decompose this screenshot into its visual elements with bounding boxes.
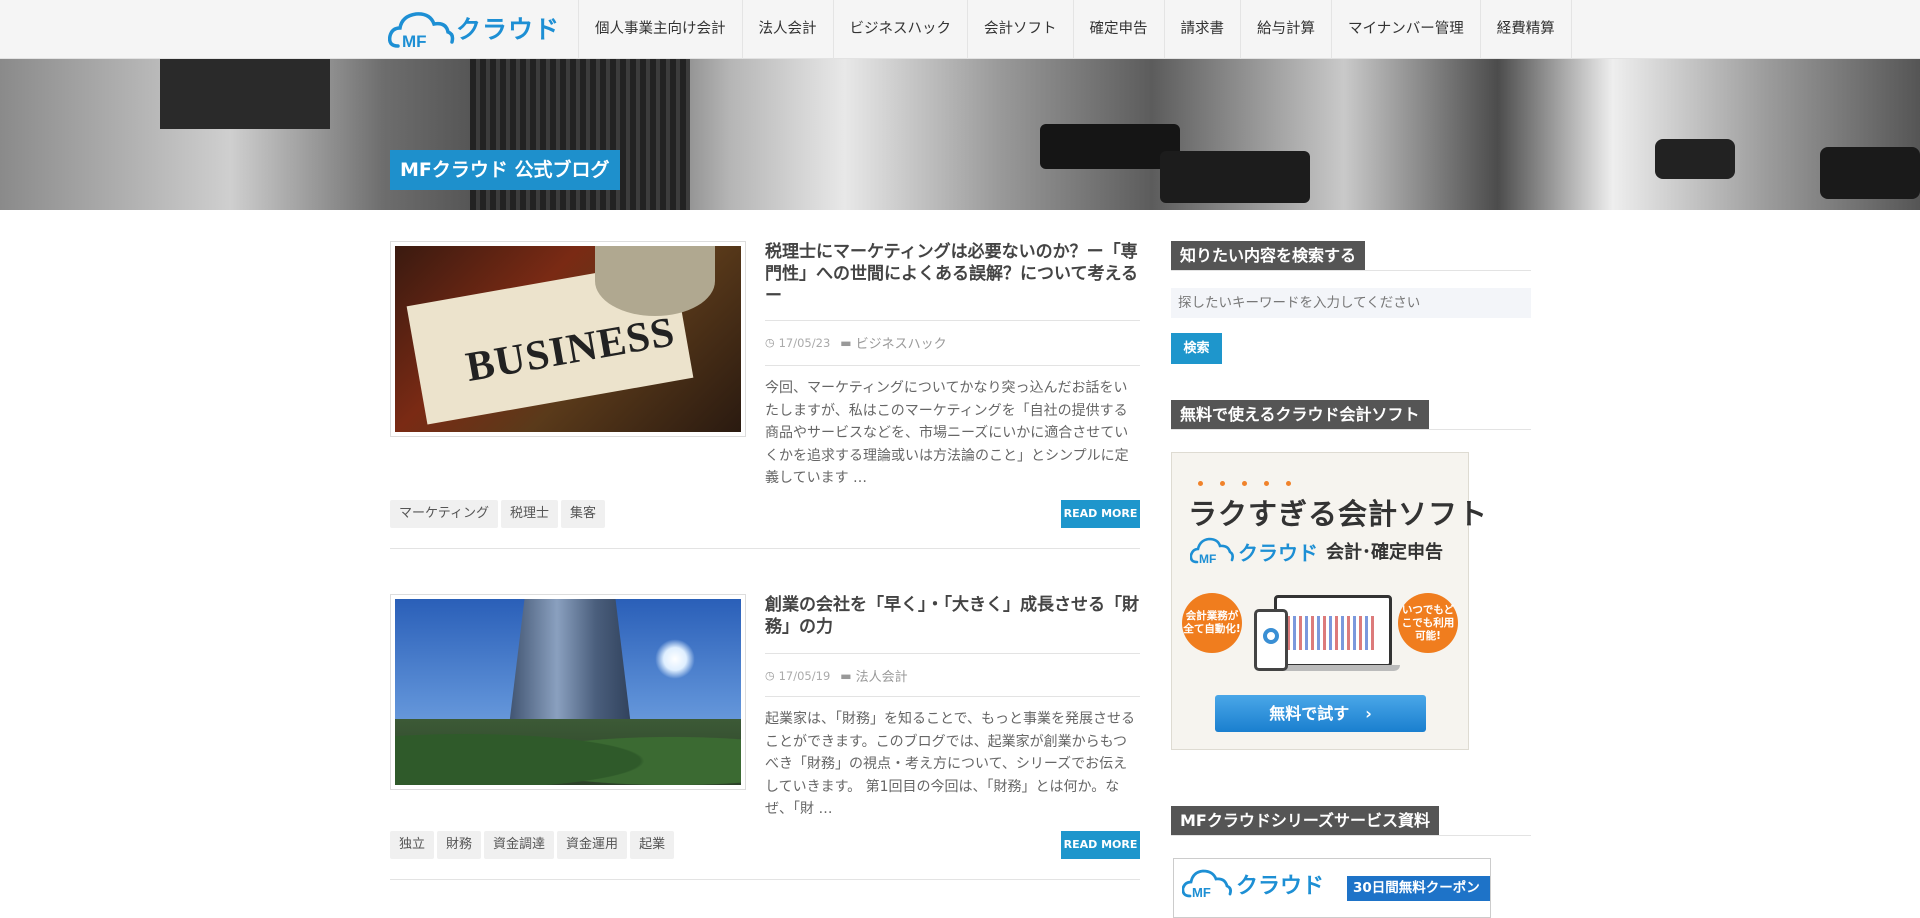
- sidebar-heading-text: 無料で使えるクラウド会計ソフト: [1171, 400, 1429, 429]
- article-category[interactable]: 法人会計: [856, 666, 908, 685]
- logo-mark: MF: [1199, 552, 1216, 566]
- ad-bubble-automation: 会計業務が全て自動化!: [1182, 593, 1242, 653]
- tag-finance[interactable]: 財務: [437, 831, 482, 859]
- article-tags: マーケティング 税理士 集客: [390, 500, 605, 528]
- tag-startup[interactable]: 起業: [630, 831, 675, 859]
- clock-icon: ◷: [765, 669, 775, 682]
- article-meta: ◷ 17/05/19 ▬ 法人会計: [765, 666, 908, 686]
- tag-independence[interactable]: 独立: [390, 831, 435, 859]
- sidebar-heading-text: MFクラウドシリーズサービス資料: [1171, 806, 1440, 835]
- blog-title: MFクラウド 公式ブログ: [390, 150, 620, 190]
- service-docs-banner[interactable]: MF クラウド 30日間無料クーポン付: [1173, 858, 1491, 918]
- article-title[interactable]: 税理士にマーケティングは必要ないのか？ー「専門性」への世間によくある誤解？につい…: [765, 241, 1140, 307]
- hero-chair: [1820, 147, 1920, 199]
- nav-item-sole-proprietor[interactable]: 個人事業主向け会計: [578, 0, 742, 59]
- nav-item-tax-return[interactable]: 確定申告: [1072, 0, 1164, 59]
- article-thumbnail[interactable]: [390, 594, 746, 790]
- article-card: 創業の会社を「早く」・「大きく」成長させる「財務」の力 ◷ 17/05/19 ▬…: [390, 594, 1140, 880]
- hero-banner: [0, 59, 1920, 210]
- logo-mark: MF: [1192, 885, 1211, 900]
- tag-marketing[interactable]: マーケティング: [390, 500, 498, 528]
- main-nav: 個人事業主向け会計 法人会計 ビジネスハック 会計ソフト 確定申告 請求書 給与…: [578, 0, 1572, 59]
- nav-item-my-number[interactable]: マイナンバー管理: [1331, 0, 1480, 59]
- logo-mark: MF: [402, 32, 427, 51]
- ad-brand: MF クラウド 会計･確定申告: [1190, 535, 1443, 567]
- nav-item-accounting-software[interactable]: 会計ソフト: [967, 0, 1073, 59]
- article-meta: ◷ 17/05/23 ▬ ビジネスハック: [765, 333, 947, 353]
- free-trial-button[interactable]: 無料で試す ›: [1215, 695, 1426, 732]
- article-thumbnail[interactable]: BUSINESS: [390, 241, 746, 437]
- sidebar-heading-text: 知りたい内容を検索する: [1171, 241, 1366, 270]
- nav-item-corporate-accounting[interactable]: 法人会計: [741, 0, 833, 59]
- nav-item-invoice[interactable]: 請求書: [1163, 0, 1241, 59]
- sidebar-heading-search: 知りたい内容を検索する: [1171, 241, 1531, 271]
- reader-hat: [595, 246, 715, 316]
- folder-icon: ▬: [840, 335, 852, 350]
- article-divider: [765, 653, 1140, 654]
- article-card: BUSINESS 税理士にマーケティングは必要ないのか？ー「専門性」への世間によ…: [390, 241, 1140, 549]
- cloud-logo-icon: MF: [1190, 537, 1234, 566]
- tag-fund-management[interactable]: 資金運用: [557, 831, 628, 859]
- article-date: 17/05/19: [778, 668, 831, 683]
- ad2-brand: MF クラウド: [1182, 867, 1324, 901]
- article-separator: [390, 879, 1140, 880]
- article-excerpt: 今回、マーケティングについてかなり突っ込んだお話をいたしますが、私はこのマーケテ…: [765, 380, 1129, 486]
- chart-illustration: [1287, 616, 1377, 650]
- trees-image: [395, 719, 741, 785]
- pie-chart-icon: [1263, 628, 1279, 644]
- sidebar-heading-service-docs: MFクラウドシリーズサービス資料: [1171, 806, 1531, 836]
- tag-tax-accountant[interactable]: 税理士: [500, 500, 558, 528]
- tag-fundraising[interactable]: 資金調達: [484, 831, 555, 859]
- hero-sofa: [1040, 124, 1180, 169]
- hero-chair: [1655, 139, 1735, 179]
- laptop-illustration: [1274, 595, 1392, 667]
- folder-icon: ▬: [840, 668, 852, 683]
- ad-bubble-anywhere: いつでもどこでも利用可能!: [1398, 593, 1458, 653]
- coupon-badge: 30日間無料クーポン付: [1347, 876, 1490, 917]
- sidebar-heading-free-software: 無料で使えるクラウド会計ソフト: [1171, 400, 1531, 430]
- ad-brand-name: クラウド: [1238, 540, 1318, 565]
- ad-headline: ラクすぎる会計ソフト: [1188, 497, 1489, 531]
- sun-glare: [655, 639, 695, 679]
- read-more-button[interactable]: READ MORE: [1061, 831, 1140, 859]
- article-tags: 独立 財務 資金調達 資金運用 起業: [390, 831, 675, 859]
- article-separator: [390, 548, 1140, 549]
- search-input[interactable]: [1171, 288, 1531, 318]
- logo-text: クラウド: [456, 15, 561, 44]
- hero-sofa: [1160, 151, 1310, 203]
- nav-item-payroll[interactable]: 給与計算: [1240, 0, 1331, 59]
- clock-icon: ◷: [765, 336, 775, 349]
- phone-illustration: [1254, 609, 1288, 671]
- nav-item-expenses[interactable]: 経費精算: [1479, 0, 1572, 59]
- article-date: 17/05/23: [778, 335, 831, 350]
- ad-product-name: 会計･確定申告: [1326, 542, 1443, 563]
- ad2-brand-name: クラウド: [1236, 874, 1325, 899]
- article-divider: [765, 320, 1140, 321]
- nav-item-business-hack[interactable]: ビジネスハック: [832, 0, 968, 59]
- article-divider: [765, 365, 1140, 366]
- read-more-button[interactable]: READ MORE: [1061, 500, 1140, 528]
- cloud-logo-icon: MF: [388, 12, 455, 51]
- article-divider: [765, 696, 1140, 697]
- site-logo[interactable]: MF クラウド: [388, 8, 560, 52]
- article-category[interactable]: ビジネスハック: [856, 333, 947, 352]
- article-excerpt: 起業家は、「財務」を知ることで、もっと事業を発展させることができます。このブログ…: [765, 711, 1136, 817]
- tag-customer-acquisition[interactable]: 集客: [560, 500, 605, 528]
- software-ad-banner[interactable]: ラクすぎる会計ソフト MF クラウド 会計･確定申告 会計業務が全て自動化! い…: [1171, 452, 1487, 750]
- search-button[interactable]: 検索: [1171, 333, 1222, 364]
- article-title[interactable]: 創業の会社を「早く」・「大きく」成長させる「財務」の力: [765, 594, 1140, 638]
- hero-window: [160, 59, 330, 129]
- emphasis-dots: [1198, 481, 1291, 486]
- site-header: MF クラウド 個人事業主向け会計 法人会計 ビジネスハック 会計ソフト 確定申…: [0, 0, 1920, 59]
- cloud-logo-icon: MF: [1182, 869, 1232, 900]
